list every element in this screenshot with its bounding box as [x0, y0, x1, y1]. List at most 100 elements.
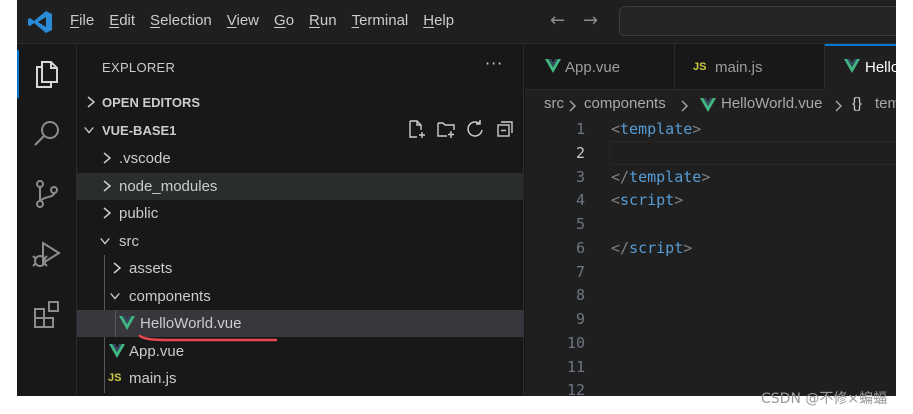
breadcrumb-file[interactable]: HelloWorld.vue — [721, 95, 822, 112]
search-icon[interactable] — [31, 118, 63, 150]
explorer-title: EXPLORER — [102, 60, 176, 75]
editor-area: App.vue JS main.js HelloWorld.vue src co… — [525, 44, 896, 396]
menu-file[interactable]: File — [70, 12, 94, 29]
menu-run[interactable]: Run — [309, 12, 337, 29]
chevron-right-icon — [103, 207, 112, 219]
chevron-down-icon — [100, 238, 110, 245]
chevron-right-icon — [113, 262, 122, 274]
new-file-icon[interactable] — [407, 119, 427, 139]
tree-label: src — [119, 233, 139, 250]
tree-folder-node-modules[interactable]: node_modules — [77, 173, 524, 200]
tree-folder-vscode[interactable]: .vscode — [77, 145, 524, 172]
active-view-indicator — [17, 50, 19, 98]
line-number: 11 — [566, 358, 585, 376]
tab-label: App.vue — [565, 59, 621, 76]
command-center-search[interactable] — [619, 6, 896, 36]
breadcrumb-symbol[interactable]: template — [875, 95, 896, 112]
tree-label: App.vue — [129, 343, 185, 360]
breadcrumb: src components HelloWorld.vue {} templat… — [525, 91, 896, 115]
vue-file-icon — [700, 98, 716, 112]
braces-symbol-icon: {} — [852, 95, 863, 112]
vue-file-icon — [119, 316, 135, 330]
line-number: 12 — [566, 381, 585, 396]
extensions-icon[interactable] — [31, 298, 63, 330]
menu-terminal[interactable]: Terminal — [352, 12, 409, 29]
title-bar: File Edit Selection View Go Run Terminal… — [17, 0, 896, 44]
tree-folder-components[interactable]: components — [77, 283, 524, 310]
breadcrumb-components[interactable]: components — [584, 95, 666, 112]
new-folder-icon[interactable] — [436, 119, 456, 139]
chevron-down-icon — [84, 127, 94, 134]
chevron-right-icon — [103, 180, 112, 192]
chevron-right-icon — [835, 100, 842, 112]
project-root-section[interactable]: VUE-BASE1 — [77, 117, 524, 144]
menu-view[interactable]: View — [227, 12, 259, 29]
tree-label: components — [129, 288, 211, 305]
menu-help[interactable]: Help — [423, 12, 454, 29]
indent-guide — [115, 310, 116, 337]
tree-label: .vscode — [119, 150, 171, 167]
menu-go[interactable]: Go — [274, 12, 294, 29]
watermark: CSDN @不修×蝙蝠 — [761, 391, 888, 407]
tree-file-app-vue[interactable]: App.vue — [77, 338, 524, 365]
js-file-icon: JS — [693, 61, 707, 73]
run-and-debug-icon[interactable] — [31, 238, 63, 270]
line-number: 5 — [575, 215, 585, 233]
line-number: 2 — [575, 144, 585, 162]
tree-label: public — [119, 205, 159, 222]
project-name: VUE-BASE1 — [102, 123, 177, 138]
chevron-right-icon — [87, 96, 96, 108]
source-control-icon[interactable] — [31, 178, 63, 210]
chevron-down-icon — [110, 293, 120, 300]
tab-label: HelloWorld.vue — [865, 59, 896, 76]
open-editors-label: OPEN EDITORS — [102, 95, 201, 110]
line-number: 7 — [575, 263, 585, 281]
vue-file-icon — [109, 344, 125, 358]
line-number: 9 — [575, 310, 585, 328]
collapse-all-icon[interactable] — [495, 119, 515, 139]
refresh-icon[interactable] — [465, 119, 485, 139]
tab-main-js[interactable]: JS main.js — [675, 44, 825, 90]
code-editor[interactable]: 1 2 3 4 5 6 7 8 9 10 11 12 <template> </… — [525, 115, 896, 396]
tree-label: HelloWorld.vue — [140, 315, 242, 332]
menu-selection[interactable]: Selection — [150, 12, 212, 29]
menu-bar: File Edit Selection View Go Run Terminal… — [70, 12, 469, 29]
code-line-4: <script> — [611, 191, 684, 209]
chevron-right-icon — [681, 100, 688, 112]
tree-file-helloworld-vue[interactable]: HelloWorld.vue — [77, 310, 524, 337]
chevron-right-icon — [103, 152, 112, 164]
line-number: 6 — [575, 239, 585, 257]
js-file-icon: JS — [108, 372, 122, 384]
tab-app-vue[interactable]: App.vue — [525, 44, 675, 90]
tree-folder-public[interactable]: public — [77, 200, 524, 227]
activity-bar — [17, 44, 77, 396]
open-editors-section[interactable]: OPEN EDITORS — [77, 89, 524, 116]
chevron-right-icon — [569, 100, 576, 112]
vue-file-icon — [844, 59, 860, 73]
line-number: 10 — [566, 334, 585, 352]
tree-folder-src[interactable]: src — [77, 228, 524, 255]
forward-arrow-icon[interactable]: → — [583, 10, 598, 31]
line-number: 4 — [575, 191, 585, 209]
tree-file-main-js[interactable]: JS main.js — [77, 365, 524, 392]
current-line-highlight — [609, 141, 896, 165]
more-actions-icon[interactable]: ··· — [485, 54, 503, 73]
line-number: 1 — [575, 120, 585, 138]
editor-tabs: App.vue JS main.js HelloWorld.vue — [525, 44, 896, 90]
tab-helloworld-vue[interactable]: HelloWorld.vue — [825, 44, 896, 90]
annotation-underline — [138, 334, 278, 342]
tree-folder-assets[interactable]: assets — [77, 255, 524, 282]
explorer-sidebar: EXPLORER ··· OPEN EDITORS VUE-BASE1 .vsc… — [77, 44, 524, 396]
tab-label: main.js — [715, 59, 763, 76]
explorer-files-icon[interactable] — [31, 58, 63, 90]
code-line-6: </script> — [611, 239, 693, 257]
tree-label: main.js — [129, 370, 177, 387]
tree-label: assets — [129, 260, 173, 277]
code-line-3: </template> — [611, 168, 711, 186]
back-arrow-icon[interactable]: ← — [550, 10, 565, 31]
menu-edit[interactable]: Edit — [109, 12, 135, 29]
line-number: 3 — [575, 168, 585, 186]
vscode-logo-icon — [28, 11, 52, 33]
line-number: 8 — [575, 286, 585, 304]
breadcrumb-src[interactable]: src — [544, 95, 564, 112]
